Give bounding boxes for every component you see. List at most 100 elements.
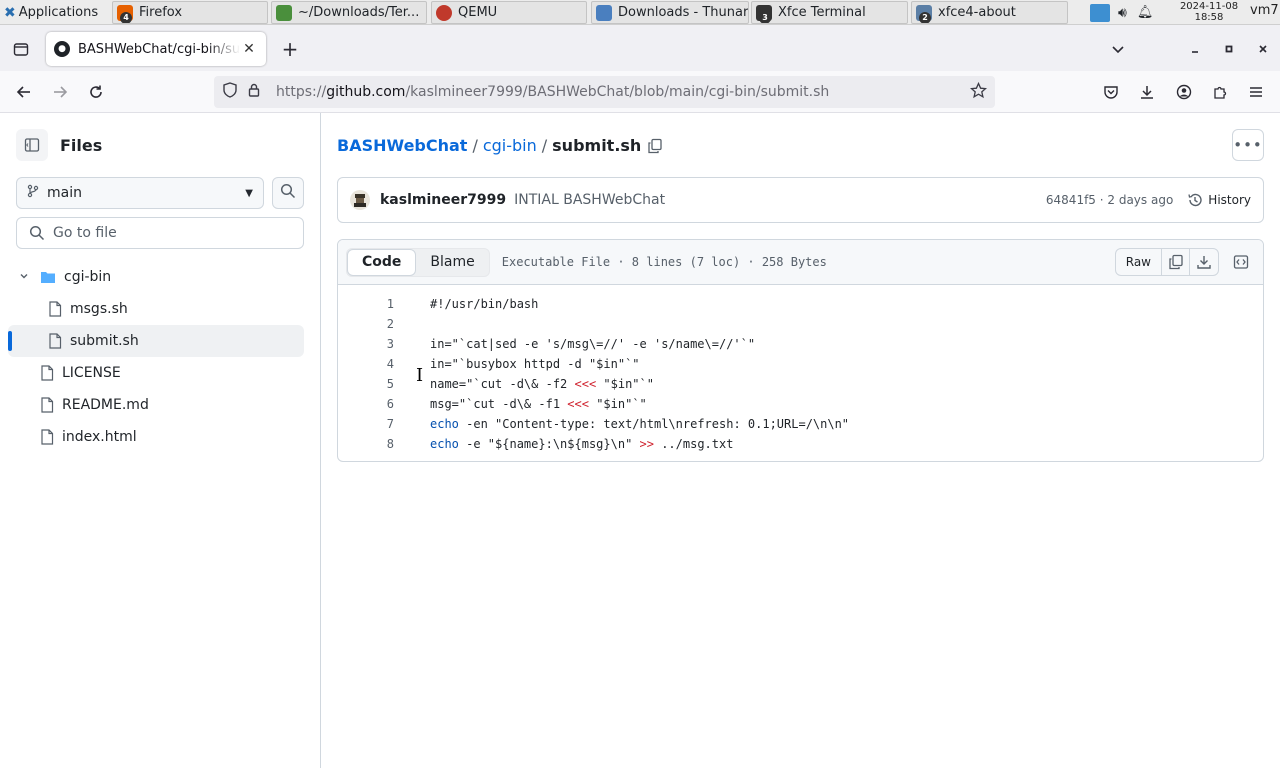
avatar[interactable] (350, 190, 370, 210)
line-number[interactable]: 4 (338, 357, 396, 371)
back-arrow-icon[interactable] (11, 79, 37, 105)
download-raw-file-icon[interactable] (1190, 249, 1218, 275)
list-all-tabs-chevron-icon[interactable] (1105, 36, 1131, 62)
file-tree-sidebar: Files main ▼ Go to file cgi-bin msgs.sh (0, 113, 321, 768)
history-clock-icon (1188, 193, 1202, 207)
raw-actions-group: Raw (1114, 248, 1219, 276)
clock[interactable]: 2024-11-08 18:58 (1170, 0, 1248, 25)
code-text: echo -en "Content-type: text/html\nrefre… (430, 417, 850, 431)
task-thunar[interactable]: Downloads - Thunar (591, 1, 749, 24)
tree-item-readme[interactable]: README.md (8, 389, 304, 421)
line-number[interactable]: 6 (338, 397, 396, 411)
url-bar[interactable]: https://github.com/kaslmineer7999/BASHWe… (214, 76, 995, 108)
code-line: 3 in="`cat|sed -e 's/msg\=//' -e 's/name\… (338, 334, 1263, 354)
tracking-shield-icon[interactable] (218, 82, 242, 102)
code-line: 4 in="`busybox httpd -d "$in"`" (338, 354, 1263, 374)
tree-item-license[interactable]: LICENSE (8, 357, 304, 389)
code-text: msg="`cut -d\& -f1 <<< "$in"`" (430, 397, 647, 411)
task-label: Downloads - Thunar (618, 5, 749, 20)
minimize-window-icon[interactable] (1182, 36, 1208, 62)
search-files-button[interactable] (272, 177, 304, 209)
forward-arrow-icon[interactable] (47, 79, 73, 105)
pocket-icon[interactable] (1098, 79, 1124, 105)
task-label: QEMU (458, 5, 498, 20)
browser-tab-active[interactable]: ● BASHWebChat/cgi-bin/submit.sh ✕ (46, 32, 266, 66)
hamburger-menu-icon[interactable] (1243, 79, 1269, 105)
collapse-sidebar-icon[interactable] (16, 129, 48, 161)
code-listing[interactable]: 1 #!/usr/bin/bash 2 3 in="`cat|sed -e 's/m… (338, 294, 1263, 454)
commit-author-link[interactable]: kaslmineer7999 (380, 192, 506, 208)
task-label: xfce4-about (938, 5, 1016, 20)
clock-date: 2024-11-08 (1179, 1, 1239, 12)
line-number[interactable]: 3 (338, 337, 396, 351)
firefox-icon: 4 (117, 4, 133, 23)
history-button[interactable]: History (1187, 192, 1251, 208)
sidebar-title: Files (60, 135, 103, 155)
chevron-down-icon[interactable] (16, 271, 32, 284)
file-icon (40, 365, 54, 381)
line-number[interactable]: 7 (338, 417, 396, 431)
new-tab-plus-icon[interactable]: + (277, 36, 303, 62)
close-window-icon[interactable] (1250, 36, 1276, 62)
tree-item-index-html[interactable]: index.html (8, 421, 304, 453)
text-cursor-ibeam-icon: I (416, 365, 424, 386)
copy-path-icon[interactable] (647, 138, 663, 154)
qemu-icon (436, 4, 452, 21)
task-qemu[interactable]: QEMU (431, 1, 587, 24)
task-text-editor[interactable]: ~/Downloads/Ter... (271, 1, 427, 24)
code-text: echo -e "${name}:\n${msg}\n" >> ../msg.t… (430, 437, 734, 451)
tab-close-icon[interactable]: ✕ (240, 41, 258, 57)
user-name[interactable]: vm7 (1250, 3, 1279, 18)
line-number[interactable]: 2 (338, 317, 396, 331)
commit-hash-and-age[interactable]: 64841f5 · 2 days ago (1046, 193, 1173, 207)
task-label: Xfce Terminal (778, 5, 866, 20)
task-terminal[interactable]: 3 Xfce Terminal (751, 1, 908, 24)
task-label: ~/Downloads/Ter... (298, 5, 420, 20)
volume-icon[interactable]: 🔊︎ (1118, 5, 1127, 21)
go-to-file-placeholder: Go to file (53, 225, 117, 241)
file-icon (48, 301, 62, 317)
tree-item-cgi-bin[interactable]: cgi-bin (8, 261, 304, 293)
extensions-puzzle-icon[interactable] (1207, 79, 1233, 105)
notification-bell-icon[interactable]: 🔔︎ (1137, 5, 1154, 20)
symbols-panel-icon[interactable] (1227, 248, 1255, 276)
code-text: in="`cat|sed -e 's/msg\=//' -e 's/name\=… (430, 337, 756, 351)
breadcrumb-folder-link[interactable]: cgi-bin (483, 136, 537, 155)
line-number[interactable]: 8 (338, 437, 396, 451)
tree-item-msgs-sh[interactable]: msgs.sh (8, 293, 304, 325)
copy-raw-content-icon[interactable] (1162, 249, 1190, 275)
branch-selector[interactable]: main ▼ (16, 177, 264, 209)
task-firefox[interactable]: 4 Firefox (112, 1, 268, 24)
maximize-window-icon[interactable] (1216, 36, 1242, 62)
breadcrumb-repo-link[interactable]: BASHWebChat (337, 136, 467, 155)
code-line: 8 echo -e "${name}:\n${msg}\n" >> ../msg.… (338, 434, 1263, 454)
clock-time: 18:58 (1194, 12, 1224, 23)
commit-message-link[interactable]: INTIAL BASHWebChat (514, 192, 665, 208)
active-indicator (8, 331, 12, 351)
bookmark-star-icon[interactable] (969, 81, 988, 104)
tree-item-submit-sh[interactable]: submit.sh (8, 325, 304, 357)
task-label: Firefox (139, 5, 183, 20)
network-icon[interactable] (1090, 3, 1110, 22)
line-number[interactable]: 1 (338, 297, 396, 311)
raw-button[interactable]: Raw (1116, 249, 1162, 275)
task-xfce4-about[interactable]: 2 xfce4-about (911, 1, 1068, 24)
code-line: 7 echo -en "Content-type: text/html\nrefr… (338, 414, 1263, 434)
go-to-file-input[interactable]: Go to file (16, 217, 304, 249)
account-icon[interactable] (1171, 79, 1197, 105)
more-options-kebab-icon[interactable]: ••• (1232, 129, 1264, 161)
tab-code[interactable]: Code (347, 248, 417, 276)
code-text: in="`busybox httpd -d "$in"`" (430, 357, 640, 371)
tab-blame[interactable]: Blame (416, 249, 488, 276)
applications-menu[interactable]: ✖ Applications (0, 0, 110, 25)
tree-item-label: README.md (62, 397, 149, 413)
reload-icon[interactable] (83, 79, 109, 105)
system-tray: 🔊︎ 🔔︎ (1090, 0, 1153, 25)
tab-overview-icon[interactable] (8, 36, 34, 62)
downloads-icon[interactable] (1134, 79, 1160, 105)
tree-item-label: index.html (62, 429, 137, 445)
navigation-bar: https://github.com/kaslmineer7999/BASHWe… (0, 71, 1280, 113)
file-icon (40, 429, 54, 445)
line-number[interactable]: 5 (338, 377, 396, 391)
lock-icon[interactable] (242, 83, 266, 101)
